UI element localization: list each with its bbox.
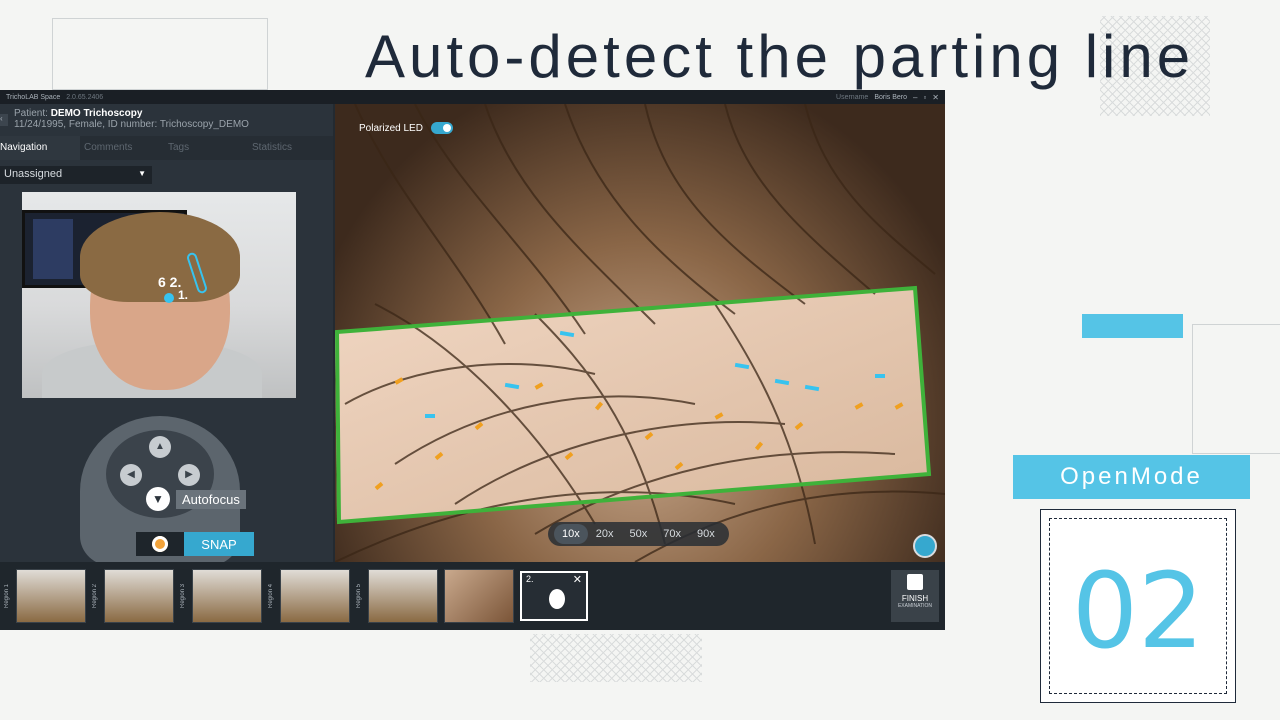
finish-label: FINISH xyxy=(901,594,929,603)
arrow-left-icon[interactable]: ◀ xyxy=(120,464,142,486)
region-thumbnail[interactable] xyxy=(16,569,86,623)
region-label: Region 5 xyxy=(356,583,362,609)
app-name: TrichoLAB Space xyxy=(6,93,61,101)
zoom-90x[interactable]: 90x xyxy=(689,524,723,544)
arrow-up-icon[interactable]: ▲ xyxy=(149,436,171,458)
title-bar: TrichoLAB Space 2.0.65.2406 Username Bor… xyxy=(0,90,945,104)
autofocus-label: Autofocus xyxy=(176,489,246,509)
arrow-down-icon[interactable]: ▼ xyxy=(146,487,170,511)
autofocus-button[interactable]: ▼ Autofocus xyxy=(146,487,246,511)
tab-navigation[interactable]: Navigation xyxy=(0,136,80,160)
trichoscopy-view[interactable]: Polarized LED 10x 20x 50x 70x 90x xyxy=(335,104,945,562)
tab-comments[interactable]: Comments xyxy=(80,136,160,160)
region-label: Region 4 xyxy=(268,583,274,609)
finish-examination-button[interactable]: FINISH EXAMINATION xyxy=(891,570,939,622)
app-version: 2.0.65.2406 xyxy=(66,93,104,101)
polarized-led-label: Polarized LED xyxy=(359,122,423,134)
thumb-region-3[interactable]: Region 3 xyxy=(180,569,262,623)
patient-info: ‹ Patient: DEMO Trichoscopy 11/24/1995, … xyxy=(0,104,333,136)
maximize-icon[interactable]: ▫ xyxy=(923,93,926,102)
polarized-led-toggle[interactable]: Polarized LED xyxy=(359,122,453,134)
region-select[interactable]: Unassigned ▼ xyxy=(0,166,152,184)
region-label: Region 2 xyxy=(92,583,98,609)
chevron-down-icon: ▼ xyxy=(138,169,146,178)
region-thumbnail[interactable] xyxy=(104,569,174,623)
avatar[interactable] xyxy=(913,534,937,558)
thumb-region-5[interactable]: Region 5 xyxy=(356,569,438,623)
thumb-region-1[interactable]: Region 1 xyxy=(4,569,86,623)
thumb-region-2[interactable]: Region 2 xyxy=(92,569,174,623)
monitor-screen xyxy=(33,219,73,279)
capture-index: 2. xyxy=(526,574,534,584)
app-window: TrichoLAB Space 2.0.65.2406 Username Bor… xyxy=(0,90,945,630)
camera-preview: 6 2. 1. xyxy=(22,192,296,398)
close-icon[interactable]: ✕ xyxy=(573,573,582,586)
finish-sub-label: EXAMINATION xyxy=(897,603,933,609)
filmstrip: Region 1 Region 2 Region 3 Region 4 Regi… xyxy=(0,562,945,630)
slide-title: Auto-detect the parting line xyxy=(365,23,1195,90)
back-icon[interactable]: ‹ xyxy=(0,114,8,126)
mode-badge: OpenMode xyxy=(1013,455,1250,499)
tab-statistics[interactable]: Statistics xyxy=(240,136,320,160)
patient-details: 11/24/1995, Female, ID number: Trichosco… xyxy=(14,119,249,130)
zoom-selector: 10x 20x 50x 70x 90x xyxy=(548,522,729,546)
zoom-70x[interactable]: 70x xyxy=(655,524,689,544)
region-select-value: Unassigned xyxy=(4,168,63,180)
region-thumbnail[interactable] xyxy=(192,569,262,623)
close-icon[interactable]: ✕ xyxy=(932,93,939,102)
toggle-switch[interactable] xyxy=(430,122,453,134)
slide-number: 02 xyxy=(1071,550,1205,672)
zoom-20x[interactable]: 20x xyxy=(588,524,622,544)
panel-tabs: Navigation Comments Tags Statistics xyxy=(0,136,333,160)
snap-label: SNAP xyxy=(184,532,254,556)
tab-tags[interactable]: Tags xyxy=(160,136,240,160)
patient-name: DEMO Trichoscopy xyxy=(50,108,143,119)
accent-bar xyxy=(1082,314,1183,338)
closeup-thumbnail[interactable] xyxy=(444,569,514,623)
decor-triangle-frame xyxy=(1192,324,1280,454)
username: Boris Bero xyxy=(874,93,907,101)
marker-1: 1. xyxy=(178,288,189,302)
marker-dot xyxy=(164,293,174,303)
region-label: Region 3 xyxy=(180,583,186,609)
decor-hatch-bottom xyxy=(530,634,702,682)
zoom-50x[interactable]: 50x xyxy=(622,524,656,544)
shutter-icon xyxy=(152,536,168,552)
decor-frame xyxy=(52,18,268,90)
hair-image xyxy=(335,104,945,562)
save-icon xyxy=(907,574,923,590)
capture-placeholder-icon xyxy=(549,589,565,609)
snap-button[interactable]: SNAP xyxy=(136,532,254,556)
left-panel: ‹ Patient: DEMO Trichoscopy 11/24/1995, … xyxy=(0,104,333,566)
username-label: Username xyxy=(836,93,869,101)
snap-icon-area xyxy=(136,532,184,556)
thumb-region-4[interactable]: Region 4 xyxy=(268,569,350,623)
arrow-right-icon[interactable]: ▶ xyxy=(178,464,200,486)
slide-number-box: 02 xyxy=(1040,509,1236,703)
region-thumbnail[interactable] xyxy=(368,569,438,623)
region-label: Region 1 xyxy=(4,583,10,609)
patient-label: Patient: xyxy=(14,108,48,119)
minimize-icon[interactable]: – xyxy=(913,93,917,102)
region-thumbnail[interactable] xyxy=(280,569,350,623)
zoom-10x[interactable]: 10x xyxy=(554,524,588,544)
active-capture-thumbnail[interactable]: 2. ✕ xyxy=(520,571,588,621)
